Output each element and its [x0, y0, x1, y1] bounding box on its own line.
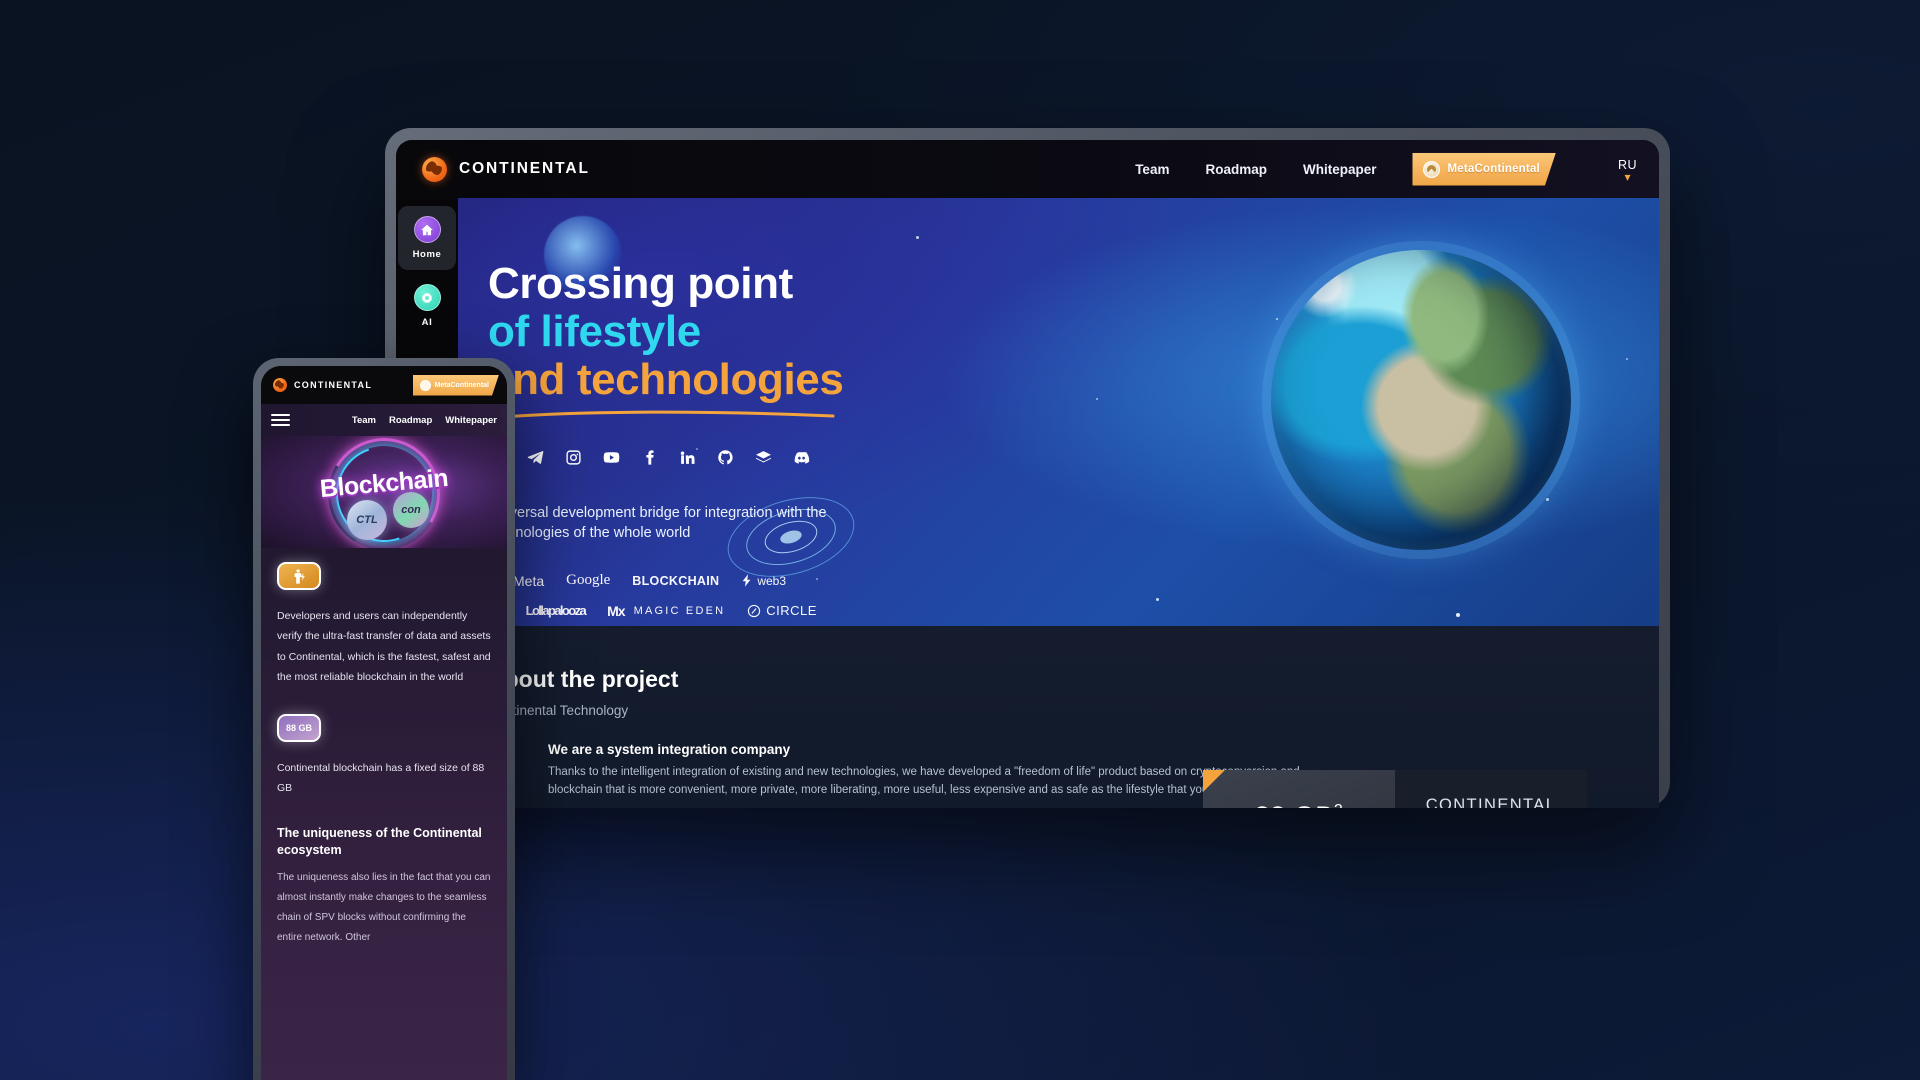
metacontinental-icon — [1423, 161, 1440, 178]
github-icon[interactable] — [716, 449, 734, 467]
phone-body: Developers and users can independently v… — [261, 548, 507, 948]
coin-ctl: CTL — [347, 500, 387, 540]
partner-logo-blockchain: BLOCKCHAIN — [632, 573, 720, 588]
page-title: Crossing point of lifestyle and technolo… — [488, 260, 1659, 404]
metacontinental-button[interactable]: MetaContinental — [1412, 153, 1555, 186]
about-subheading: Continental Technology — [488, 703, 629, 718]
corner-accent-icon — [1203, 770, 1225, 792]
metacontinental-label: MetaContinental — [1447, 163, 1540, 175]
partner-logo-magic-eden: Mx MAGIC EDEN — [607, 602, 726, 619]
about-heading: About the project — [488, 666, 679, 692]
partner-logo-magic-eden-label: MAGIC EDEN — [633, 604, 726, 617]
sidebar-item-ai[interactable]: AI — [398, 274, 456, 338]
phone-header: CONTINENTAL MetaContinental — [261, 366, 507, 404]
partner-logo-web3: web3 — [741, 574, 786, 588]
metacontinental-icon — [420, 380, 431, 391]
chevron-down-icon: ▾ — [1624, 169, 1631, 184]
hamburger-menu-icon[interactable] — [271, 414, 290, 426]
partner-logo-circle-label: CIRCLE — [766, 603, 817, 619]
main-nav: Team Roadmap Whitepaper MetaContinental … — [1135, 153, 1659, 186]
hero-title-line-1: Crossing point — [488, 259, 793, 308]
laptop-mockup: CONTINENTAL Team Roadmap Whitepaper Meta… — [385, 128, 1670, 808]
facebook-icon[interactable] — [640, 449, 658, 467]
partner-logo-web3-label: web3 — [757, 573, 787, 588]
phone-hero: Blockchain CTL con — [261, 436, 507, 548]
phone-screen: CONTINENTAL MetaContinental Team Roadmap… — [261, 366, 507, 1080]
coin-con: con — [393, 492, 429, 528]
home-icon — [413, 216, 441, 243]
medium-icon[interactable] — [754, 449, 772, 467]
hero-title-line-2: of lifestyle — [488, 306, 701, 356]
sidebar-item-home-label: Home — [412, 249, 442, 260]
site-header: CONTINENTAL Team Roadmap Whitepaper Meta… — [396, 140, 1659, 198]
phone-metacontinental-label: MetaContinental — [434, 381, 489, 389]
underline-swoosh — [490, 410, 835, 420]
stat-card-size-value: 88 GB2 — [1255, 801, 1343, 809]
stat-card-name-words: CONTINENTAL BLOCKCHAIN — [1425, 795, 1557, 808]
social-links — [488, 449, 1659, 467]
about-item-01-title: We are a system integration company — [548, 742, 791, 757]
youtube-icon[interactable] — [602, 449, 620, 467]
partner-logos: Meta Google BLOCKCHAIN web3 Ai Lollapalo… — [488, 572, 1659, 619]
sidebar-item-home[interactable]: Home — [398, 206, 456, 270]
nav-item-roadmap[interactable]: Roadmap — [1205, 162, 1267, 177]
language-selector[interactable]: RU ▾ — [1618, 158, 1637, 184]
partner-logo-lollapalooza: Lollapalooza — [525, 603, 587, 619]
globe-icon — [422, 156, 447, 182]
chip-icon — [413, 284, 441, 311]
phone-nav-item-team[interactable]: Team — [352, 415, 376, 426]
nav-item-whitepaper[interactable]: Whitepaper — [1303, 162, 1377, 177]
instagram-icon[interactable] — [564, 449, 582, 467]
phone-nav: Team Roadmap Whitepaper — [261, 404, 507, 436]
nav-item-team[interactable]: Team — [1135, 162, 1169, 177]
partner-logo-circle: CIRCLE — [747, 603, 817, 618]
phone-nav-item-whitepaper[interactable]: Whitepaper — [445, 415, 497, 426]
storage-badge-label: 88 GB — [285, 722, 312, 733]
partner-logo-meta-label: Meta — [513, 572, 545, 589]
phone-brand-name: CONTINENTAL — [294, 380, 373, 390]
phone-mockup: CONTINENTAL MetaContinental Team Roadmap… — [253, 358, 515, 1080]
stat-card-name: CONTINENTAL BLOCKCHAIN — [1395, 770, 1587, 808]
discord-icon[interactable] — [792, 449, 810, 467]
globe-icon — [273, 378, 287, 392]
phone-uniqueness-heading: The uniqueness of the Continental ecosys… — [277, 825, 482, 857]
phone-section-1-text: Developers and users can independently v… — [277, 610, 491, 684]
telegram-icon[interactable] — [526, 449, 544, 467]
hero-title-line-3: and technologies — [488, 354, 844, 404]
laptop-screen: CONTINENTAL Team Roadmap Whitepaper Meta… — [396, 140, 1659, 808]
hero-section: Crossing point of lifestyle and technolo… — [396, 198, 1659, 626]
stat-card-size: 88 GB2 — [1203, 770, 1395, 808]
fast-transfer-icon — [277, 562, 321, 590]
phone-metacontinental-button[interactable]: MetaContinental — [413, 375, 499, 396]
phone-uniqueness-text: The uniqueness also lies in the fact tha… — [277, 871, 491, 943]
partner-row-1: Meta Google BLOCKCHAIN web3 — [488, 572, 1659, 589]
partner-logo-google: Google — [566, 572, 611, 589]
about-section: About the project Continental Technology… — [396, 626, 1659, 808]
stat-cards: 88 GB2 CONTINENTAL BLOCKCHAIN — [1203, 770, 1587, 808]
sidebar-item-ai-label: AI — [421, 317, 433, 328]
partner-row-2: Ai Lollapalooza Mx MAGIC EDEN CIRCLE — [488, 602, 1659, 619]
phone-section-2-text: Continental blockchain has a fixed size … — [277, 761, 485, 795]
storage-icon: 88 GB — [277, 713, 321, 742]
brand-logo[interactable]: CONTINENTAL — [422, 156, 590, 182]
linkedin-icon[interactable] — [678, 449, 696, 467]
brand-name: CONTINENTAL — [459, 160, 590, 177]
hero-subtitle: Universal development bridge for integra… — [488, 504, 827, 542]
phone-nav-item-roadmap[interactable]: Roadmap — [389, 415, 432, 426]
